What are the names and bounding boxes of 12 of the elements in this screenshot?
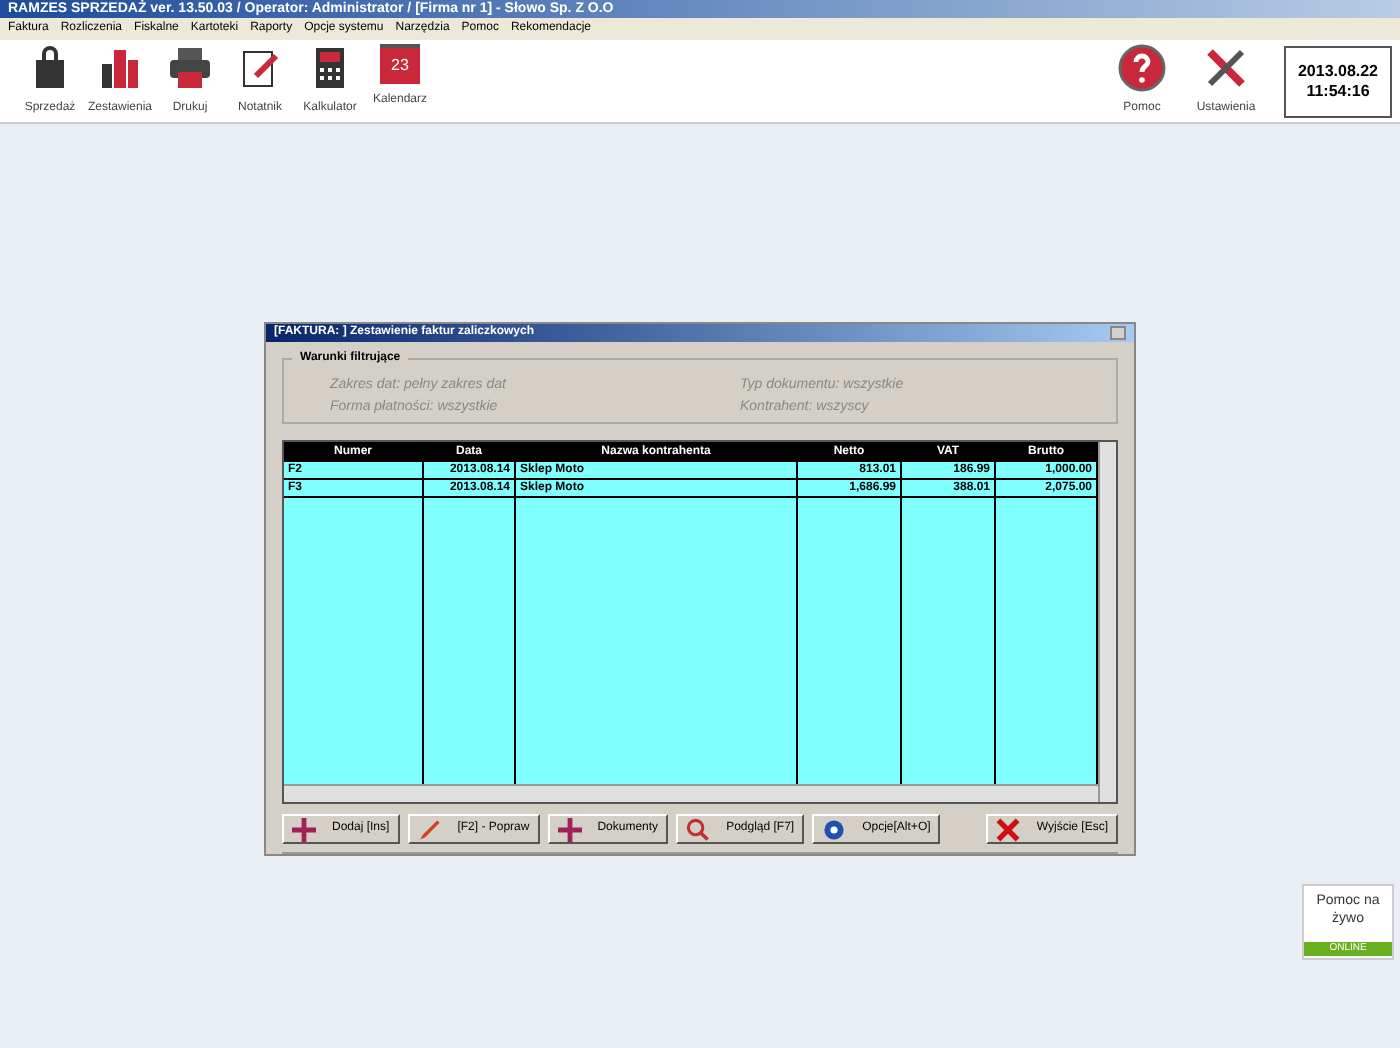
clock-date: 2013.08.22 xyxy=(1297,61,1379,81)
plus-icon xyxy=(292,817,316,841)
horizontal-scrollbar[interactable] xyxy=(284,784,1098,802)
search-icon xyxy=(686,817,711,841)
vertical-scrollbar[interactable] xyxy=(1098,441,1116,802)
gear-icon xyxy=(822,817,847,841)
pencil-icon xyxy=(417,817,442,841)
plus-icon xyxy=(557,817,582,841)
printer-icon xyxy=(166,44,214,92)
calendar-icon: 23 xyxy=(380,44,420,84)
clock-time: 11:54:16 xyxy=(1306,81,1370,101)
chart-icon xyxy=(96,44,144,92)
